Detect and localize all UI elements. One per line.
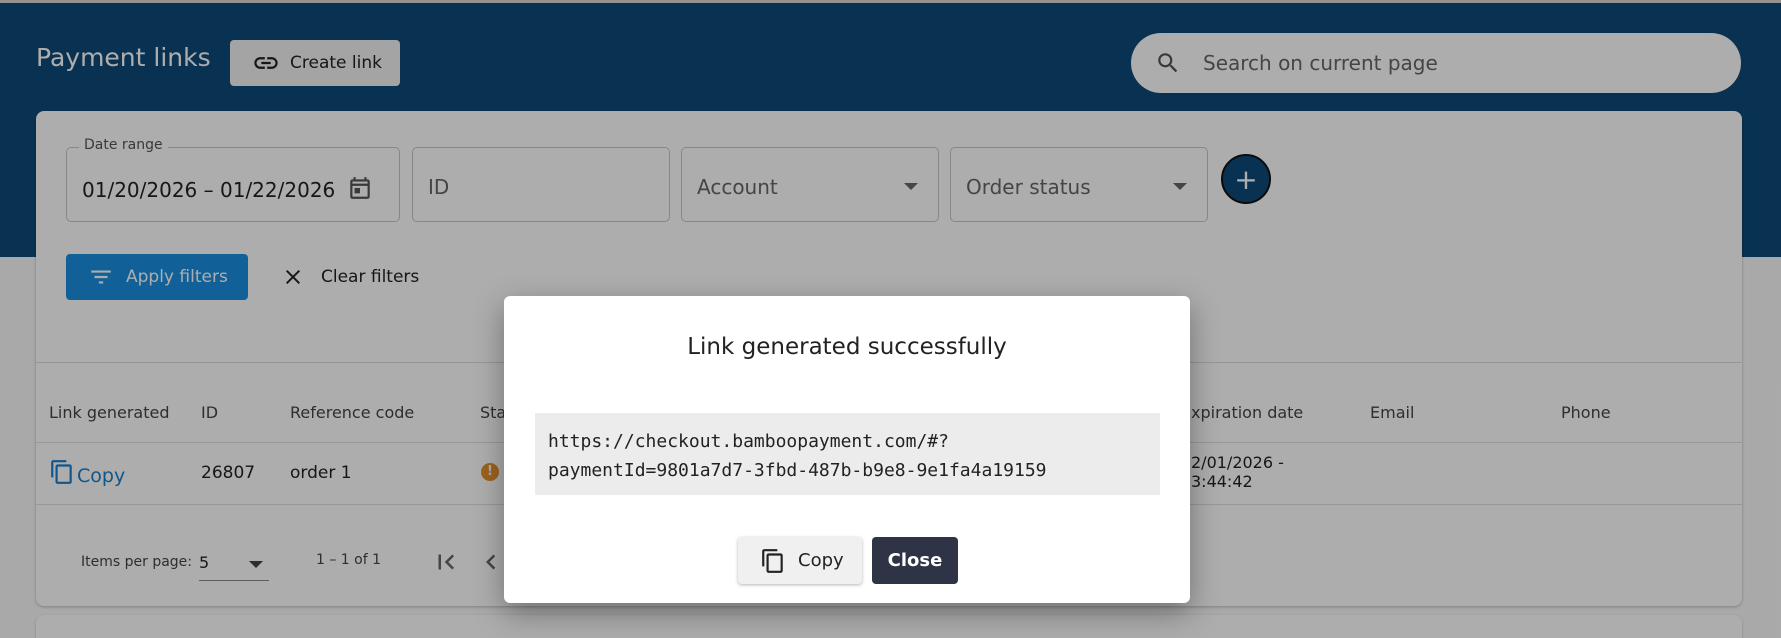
- copy-icon: [762, 548, 783, 573]
- close-button[interactable]: Close: [872, 537, 958, 584]
- dialog-title: Link generated successfully: [687, 334, 1007, 360]
- page: Payment links Create link Date range 01/…: [0, 0, 1781, 638]
- generated-url-box: https://checkout.bamboopayment.com/#? pa…: [535, 413, 1160, 495]
- copy-button-label: Copy: [798, 550, 844, 571]
- generated-url-line2: paymentId=9801a7d7-3fbd-487b-b9e8-9e1fa4…: [548, 460, 1047, 481]
- generated-url-line1: https://checkout.bamboopayment.com/#?: [548, 431, 949, 452]
- copy-button[interactable]: Copy: [738, 537, 862, 584]
- link-generated-dialog: Link generated successfully https://chec…: [504, 296, 1190, 603]
